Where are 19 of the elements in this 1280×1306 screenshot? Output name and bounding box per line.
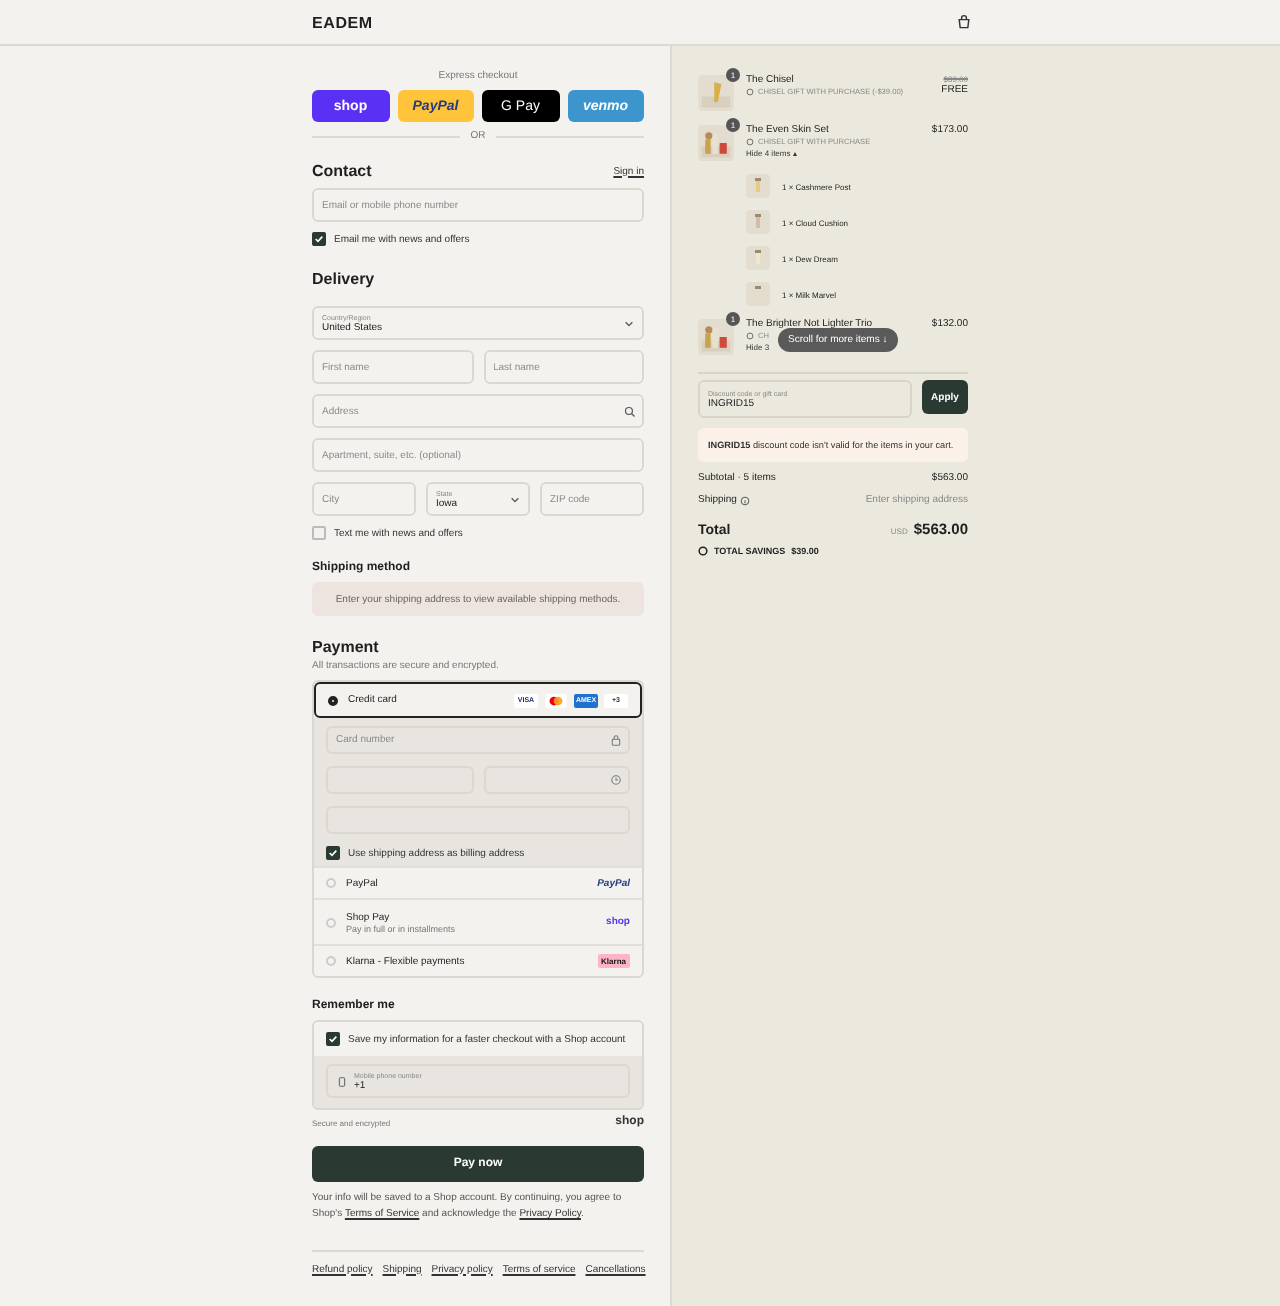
checkbox[interactable] <box>326 846 340 860</box>
checkbox[interactable] <box>326 1032 340 1046</box>
clock-icon <box>610 774 622 786</box>
shopping-bag-icon[interactable] <box>956 14 972 30</box>
lock-icon <box>610 734 622 746</box>
section-heading: Payment <box>312 638 381 656</box>
search-icon[interactable] <box>624 405 636 417</box>
checkbox[interactable] <box>312 526 326 540</box>
security-code-field[interactable] <box>483 766 630 794</box>
card-brand-icon <box>544 693 568 707</box>
info-icon[interactable] <box>740 495 751 505</box>
radio-button[interactable] <box>328 695 338 705</box>
chevron-down-icon <box>624 319 634 327</box>
phone-icon <box>338 1075 346 1087</box>
section-heading: Delivery <box>312 270 377 288</box>
logo[interactable]: EADEM <box>312 13 373 31</box>
section-heading: Contact <box>312 162 372 180</box>
checkbox[interactable] <box>312 232 326 246</box>
chevron-down-icon <box>510 495 520 503</box>
